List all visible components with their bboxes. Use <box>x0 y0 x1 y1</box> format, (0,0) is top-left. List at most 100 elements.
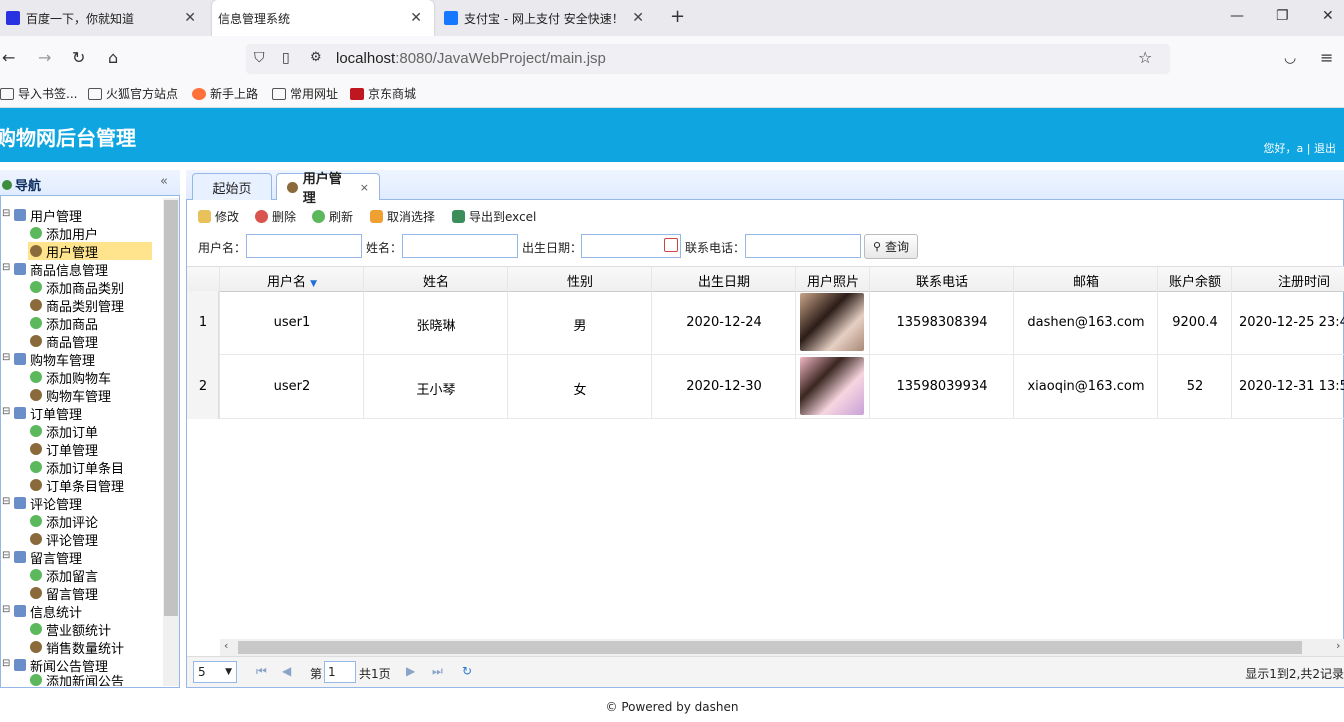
bookmark-import[interactable]: 导入书签... <box>0 85 77 102</box>
sort-desc-icon: ▼ <box>310 279 318 289</box>
sidebar-scroll-thumb[interactable] <box>164 200 178 616</box>
bookmark-jd[interactable]: 京东商城 <box>350 85 416 102</box>
col-birth[interactable]: 出生日期 <box>652 271 796 290</box>
tree-item-comment-manage[interactable]: 评论管理 <box>30 530 98 549</box>
maximize-icon[interactable]: ❐ <box>1276 8 1289 24</box>
tree-item-message-manage[interactable]: 留言管理 <box>30 584 98 603</box>
tree-item-add-category[interactable]: 添加商品类别 <box>30 278 124 297</box>
last-page-icon[interactable]: ⏭ <box>432 664 443 679</box>
forward-icon[interactable]: → <box>38 48 51 67</box>
bookmark-getting-started[interactable]: 新手上路 <box>192 85 258 102</box>
tree-item-category-manage[interactable]: 商品类别管理 <box>30 296 124 315</box>
home-icon[interactable]: ⌂ <box>108 48 118 67</box>
scroll-right-icon[interactable]: › <box>1336 639 1340 652</box>
next-page-icon[interactable]: ▶ <box>406 664 415 678</box>
tree-item-add-message[interactable]: 添加留言 <box>30 566 98 585</box>
calendar-icon[interactable] <box>664 238 678 252</box>
tree-group-news[interactable]: 新闻公告管理 <box>14 656 108 675</box>
tree-item-add-user[interactable]: 添加用户 <box>30 224 98 243</box>
tree-group-stats[interactable]: 信息统计 <box>14 602 82 621</box>
tree-toggle-icon[interactable]: ⊟ <box>2 208 10 219</box>
close-icon[interactable]: × <box>360 181 369 194</box>
phone-input[interactable] <box>745 234 861 258</box>
edit-button[interactable]: 修改 <box>198 208 239 225</box>
tree-item-add-product[interactable]: 添加商品 <box>30 314 98 333</box>
reload-icon[interactable]: ↻ <box>72 48 85 67</box>
name-input[interactable] <box>402 234 518 258</box>
tree-item-cart-manage[interactable]: 购物车管理 <box>30 386 111 405</box>
browser-tab-active[interactable]: 信息管理系统 ✕ <box>212 0 434 36</box>
username-input[interactable] <box>246 234 362 258</box>
tree-item-add-comment[interactable]: 添加评论 <box>30 512 98 531</box>
first-page-icon[interactable]: ⏮ <box>256 664 267 679</box>
close-icon[interactable]: ✕ <box>184 10 196 26</box>
url-text[interactable]: localhost:8080/JavaWebProject/main.jsp <box>336 50 606 67</box>
tree-toggle-icon[interactable]: ⊟ <box>2 262 10 273</box>
col-name[interactable]: 姓名 <box>364 271 508 290</box>
tab-user-manage[interactable]: 用户管理 × <box>276 172 380 206</box>
permissions-icon[interactable]: ⚙ <box>310 50 322 65</box>
tree-toggle-icon[interactable]: ⊟ <box>2 406 10 417</box>
close-icon[interactable]: ✕ <box>410 10 422 26</box>
bookmark-common[interactable]: 常用网址 <box>272 85 338 102</box>
prev-page-icon[interactable]: ◀ <box>282 664 291 678</box>
back-icon[interactable]: ← <box>2 48 15 67</box>
col-gender[interactable]: 性别 <box>508 271 652 290</box>
tree-group-user[interactable]: 用户管理 <box>14 206 82 225</box>
computer-icon <box>14 659 26 671</box>
tree-item-order-item-manage[interactable]: 订单条目管理 <box>30 476 124 495</box>
tree-group-message[interactable]: 留言管理 <box>14 548 82 567</box>
pocket-icon[interactable]: ◡ <box>1284 50 1296 66</box>
page-icon[interactable]: ▯ <box>282 50 290 66</box>
query-button[interactable]: ⚲ 查询 <box>864 234 918 259</box>
tree-item-revenue-stats[interactable]: 营业额统计 <box>30 620 111 639</box>
reload-icon[interactable]: ↻ <box>462 664 472 678</box>
scroll-left-icon[interactable]: ‹ <box>224 639 228 652</box>
tree-group-order[interactable]: 订单管理 <box>14 404 82 423</box>
col-photo[interactable]: 用户照片 <box>796 271 870 290</box>
tree-item-product-manage[interactable]: 商品管理 <box>30 332 98 351</box>
bookmark-firefox-site[interactable]: 火狐官方站点 <box>88 85 178 102</box>
tree-group-comment[interactable]: 评论管理 <box>14 494 82 513</box>
page-number-input[interactable]: 1 <box>324 661 356 683</box>
minimize-icon[interactable]: — <box>1230 8 1244 24</box>
tree-item-order-manage[interactable]: 订单管理 <box>30 440 98 459</box>
page-size-select[interactable]: 5 ▼ <box>193 661 237 683</box>
tree-toggle-icon[interactable]: ⊟ <box>2 496 10 507</box>
tree-toggle-icon[interactable]: ⊟ <box>2 658 10 669</box>
shield-icon[interactable]: ⛉ <box>254 50 265 66</box>
col-phone[interactable]: 联系电话 <box>870 271 1014 290</box>
close-icon[interactable]: ✕ <box>632 10 644 26</box>
collapse-icon[interactable]: « <box>160 174 168 189</box>
tree-item-add-order-item[interactable]: 添加订单条目 <box>30 458 124 477</box>
tab-home[interactable]: 起始页 <box>192 173 272 200</box>
tree-group-product[interactable]: 商品信息管理 <box>14 260 108 279</box>
new-tab-icon[interactable]: + <box>670 6 685 27</box>
tree-toggle-icon[interactable]: ⊟ <box>2 352 10 363</box>
star-icon[interactable]: ☆ <box>1138 48 1152 67</box>
cancel-select-button[interactable]: 取消选择 <box>370 208 435 225</box>
edit-label: 修改 <box>215 210 240 224</box>
cell-username: user2 <box>273 379 311 394</box>
grid-hscroll-thumb[interactable] <box>238 641 1302 654</box>
tree-toggle-icon[interactable]: ⊟ <box>2 550 10 561</box>
tree-item-user-manage[interactable]: 用户管理 <box>28 242 152 261</box>
menu-icon[interactable]: ≡ <box>1320 48 1333 67</box>
tree-group-cart[interactable]: 购物车管理 <box>14 350 95 369</box>
window-close-icon[interactable]: ✕ <box>1322 8 1334 24</box>
tree-item-add-order[interactable]: 添加订单 <box>30 422 98 441</box>
export-excel-button[interactable]: 导出到excel <box>452 208 536 225</box>
tree-item-add-news[interactable]: 添加新闻公告 <box>30 674 124 686</box>
browser-tab-alipay[interactable]: 支付宝 - 网上支付 安全快速！ ✕ <box>438 0 656 36</box>
col-regtime[interactable]: 注册时间 <box>1232 271 1344 290</box>
user-greeting[interactable]: 您好，a | 退出 <box>1264 140 1336 156</box>
refresh-button[interactable]: 刷新 <box>312 208 353 225</box>
tree-toggle-icon[interactable]: ⊟ <box>2 604 10 615</box>
col-balance[interactable]: 账户余额 <box>1158 271 1232 290</box>
tree-item-sales-stats[interactable]: 销售数量统计 <box>30 638 124 657</box>
browser-tab-baidu[interactable]: 百度一下，你就知道 ✕ <box>0 0 208 36</box>
delete-button[interactable]: 删除 <box>255 208 296 225</box>
tree-item-add-cart[interactable]: 添加购物车 <box>30 368 111 387</box>
col-username[interactable]: 用户名 ▼ <box>220 271 364 290</box>
col-email[interactable]: 邮箱 <box>1014 271 1158 290</box>
